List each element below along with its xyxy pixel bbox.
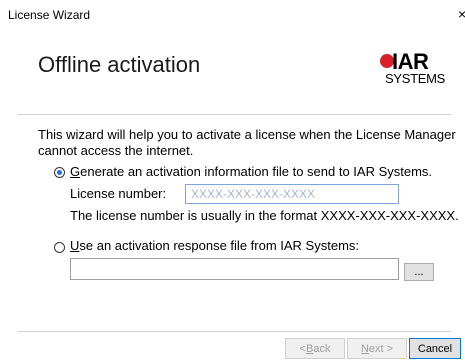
footer-divider [18, 331, 451, 332]
cancel-button[interactable]: Cancel [409, 338, 461, 359]
license-number-input[interactable] [185, 184, 399, 204]
option-generate-label[interactable]: Generate an activation information file … [70, 164, 432, 179]
close-icon[interactable]: × [458, 6, 465, 22]
radio-generate[interactable] [54, 167, 65, 178]
next-button[interactable]: Next > [347, 338, 407, 359]
response-file-path-input[interactable] [70, 258, 399, 280]
header-divider [18, 114, 451, 115]
browse-button[interactable]: ... [404, 263, 434, 281]
option-response-label[interactable]: Use an activation response file from IAR… [70, 238, 359, 253]
license-format-hint: The license number is usually in the for… [70, 208, 459, 223]
intro-text-line-1: This wizard will help you to activate a … [38, 127, 456, 142]
back-button[interactable]: < Back [285, 338, 345, 359]
page-title: Offline activation [38, 52, 201, 77]
window-title: License Wizard [8, 8, 91, 22]
license-number-label: License number: [70, 186, 167, 201]
iar-systems-logo: IAR SYSTEMS [380, 49, 450, 86]
radio-response-file[interactable] [54, 242, 65, 253]
logo-subtitle: SYSTEMS [385, 71, 446, 86]
intro-text-line-2: cannot access the internet. [38, 143, 194, 158]
